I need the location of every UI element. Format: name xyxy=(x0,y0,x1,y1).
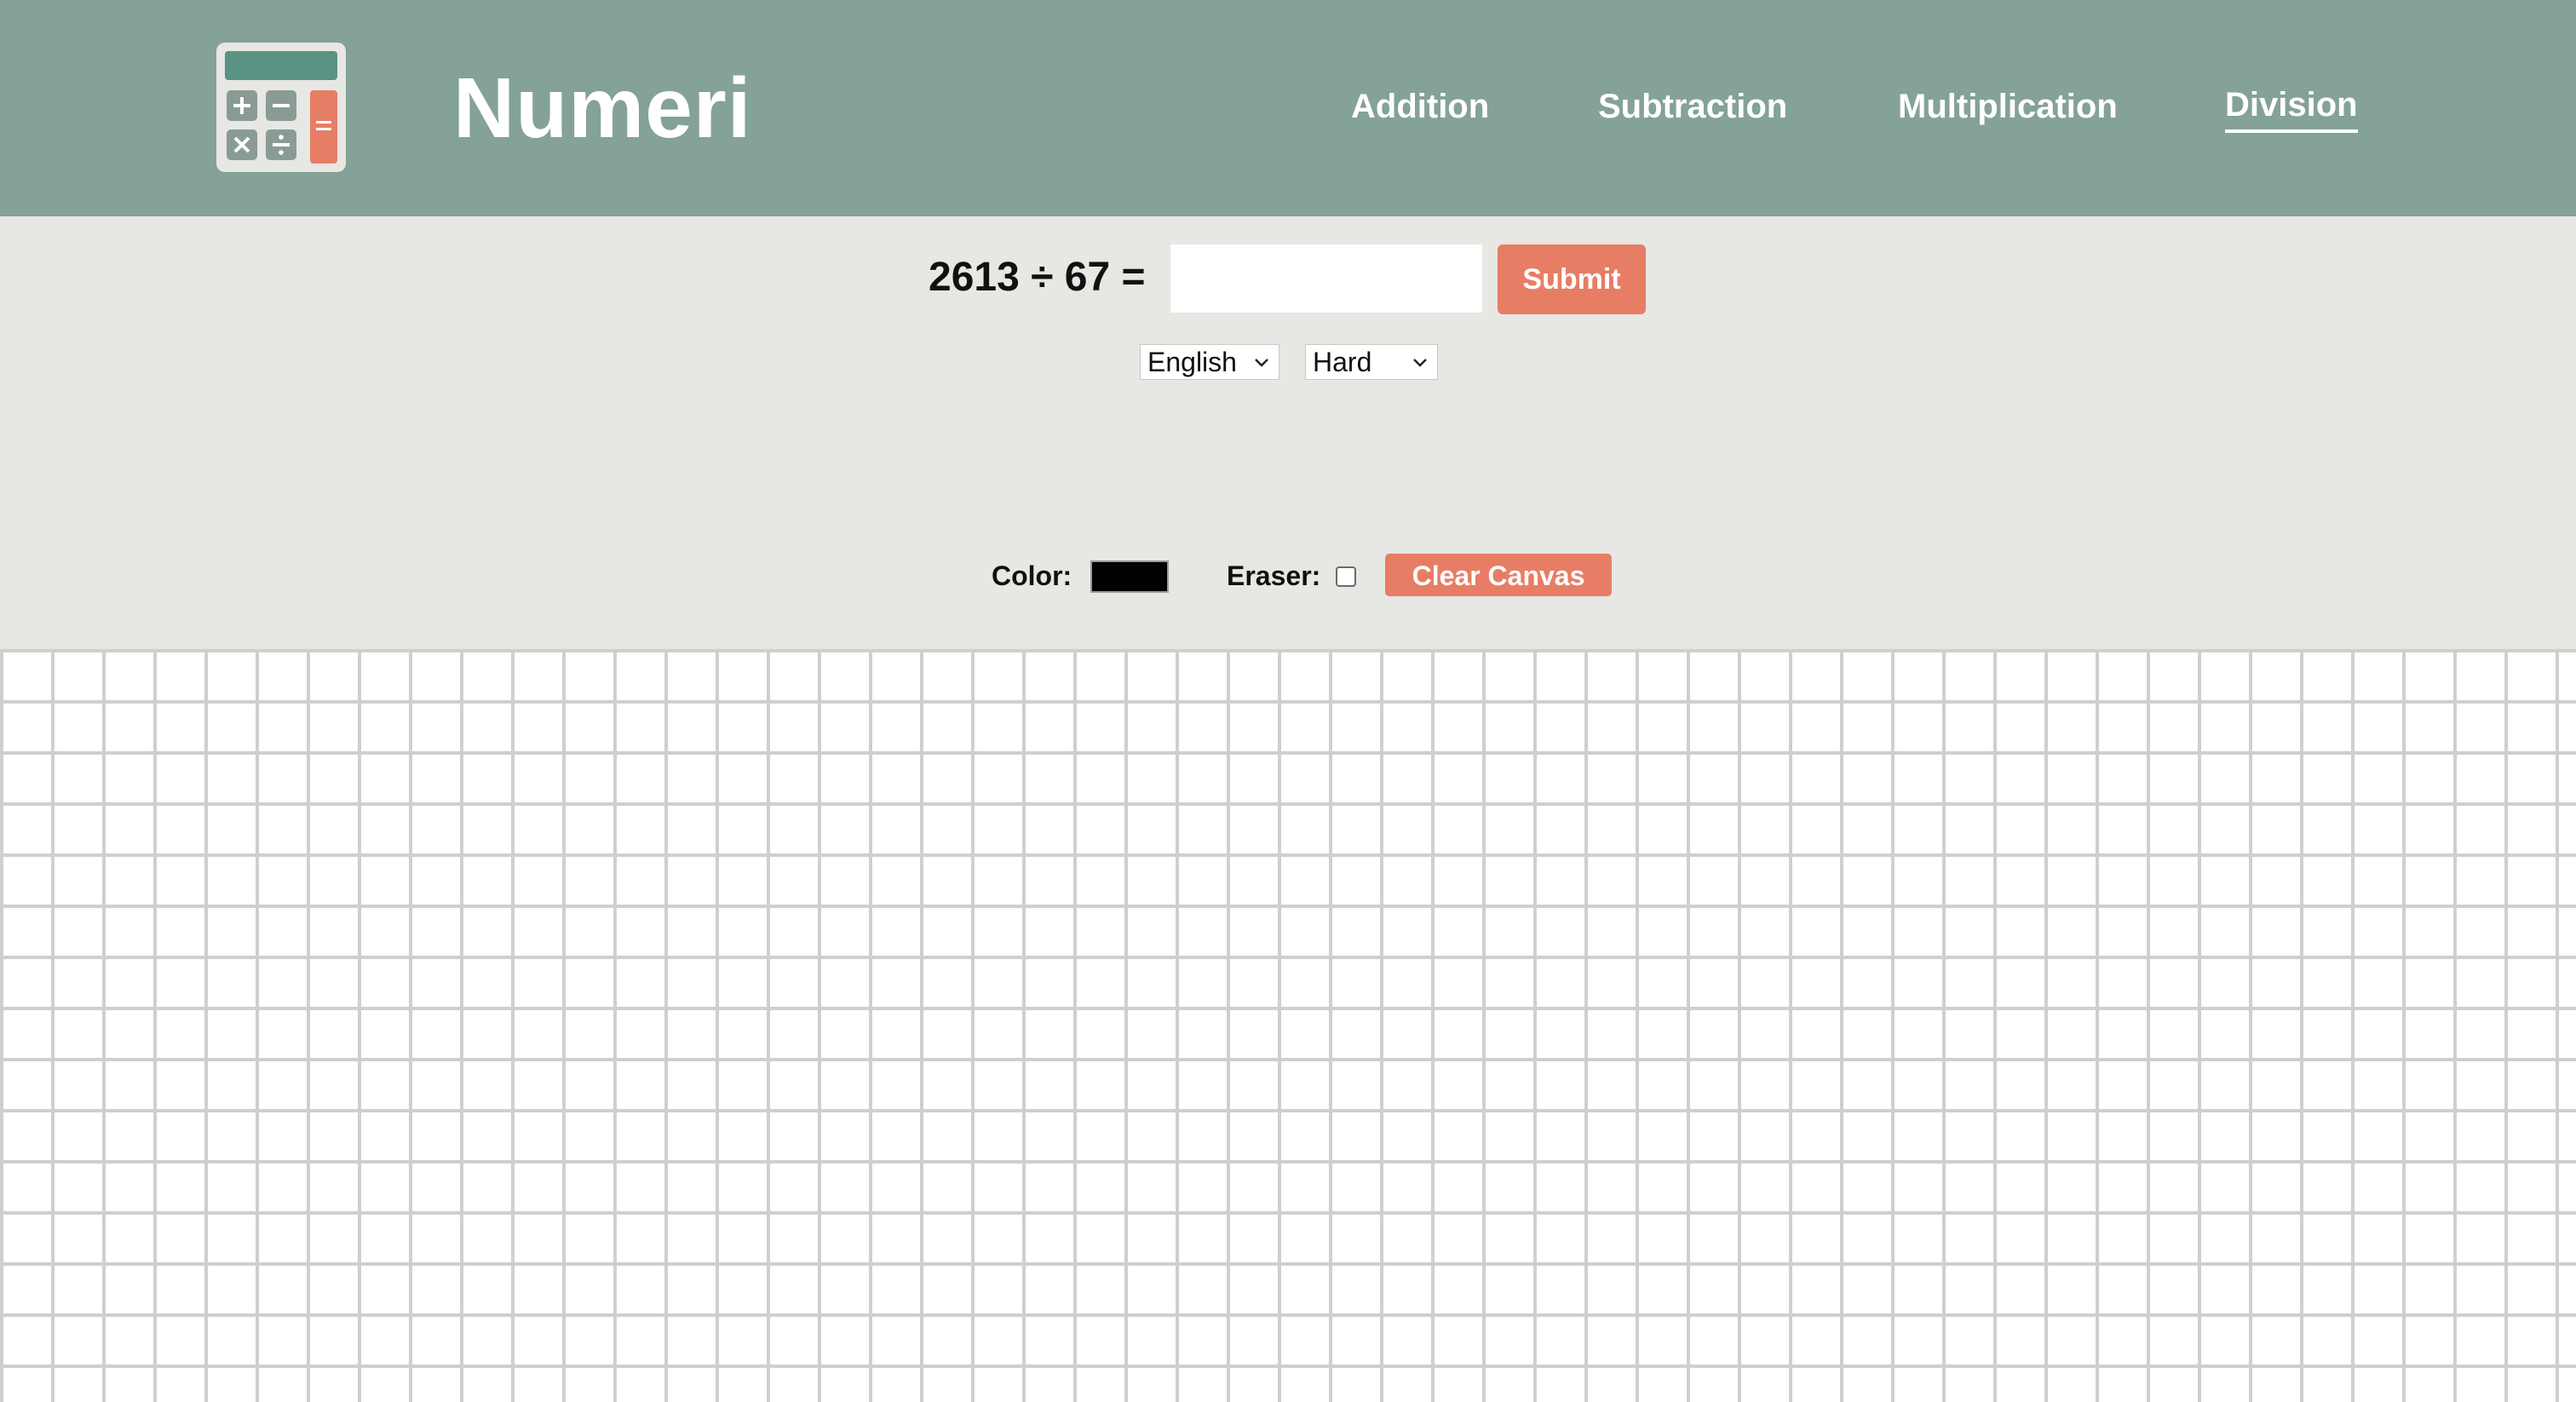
site-header: Numeri Addition Subtraction Multiplicati… xyxy=(0,0,2576,216)
color-picker[interactable] xyxy=(1090,560,1169,593)
problem-expression: 2613 ÷ 67 = xyxy=(929,255,1146,300)
eraser-checkbox[interactable] xyxy=(1336,566,1356,587)
nav-division[interactable]: Division xyxy=(2225,82,2358,133)
nav-subtraction[interactable]: Subtraction xyxy=(1598,83,1787,129)
nav-addition[interactable]: Addition xyxy=(1351,83,1489,129)
difficulty-select[interactable]: Hard xyxy=(1305,344,1438,380)
chevron-down-icon xyxy=(1413,359,1427,367)
site-brand[interactable]: Numeri xyxy=(453,53,752,164)
calculator-icon[interactable] xyxy=(216,43,346,172)
answer-input[interactable] xyxy=(1170,244,1482,313)
language-select[interactable]: English xyxy=(1140,344,1279,380)
nav-multiplication[interactable]: Multiplication xyxy=(1898,83,2118,129)
difficulty-select-value: Hard xyxy=(1313,347,1372,377)
submit-button[interactable]: Submit xyxy=(1498,244,1646,314)
drawing-canvas[interactable] xyxy=(0,649,2576,1402)
clear-canvas-button[interactable]: Clear Canvas xyxy=(1385,554,1612,596)
chevron-down-icon xyxy=(1255,359,1268,367)
color-label: Color: xyxy=(992,560,1072,591)
language-select-value: English xyxy=(1147,347,1237,377)
eraser-label: Eraser: xyxy=(1227,560,1321,591)
